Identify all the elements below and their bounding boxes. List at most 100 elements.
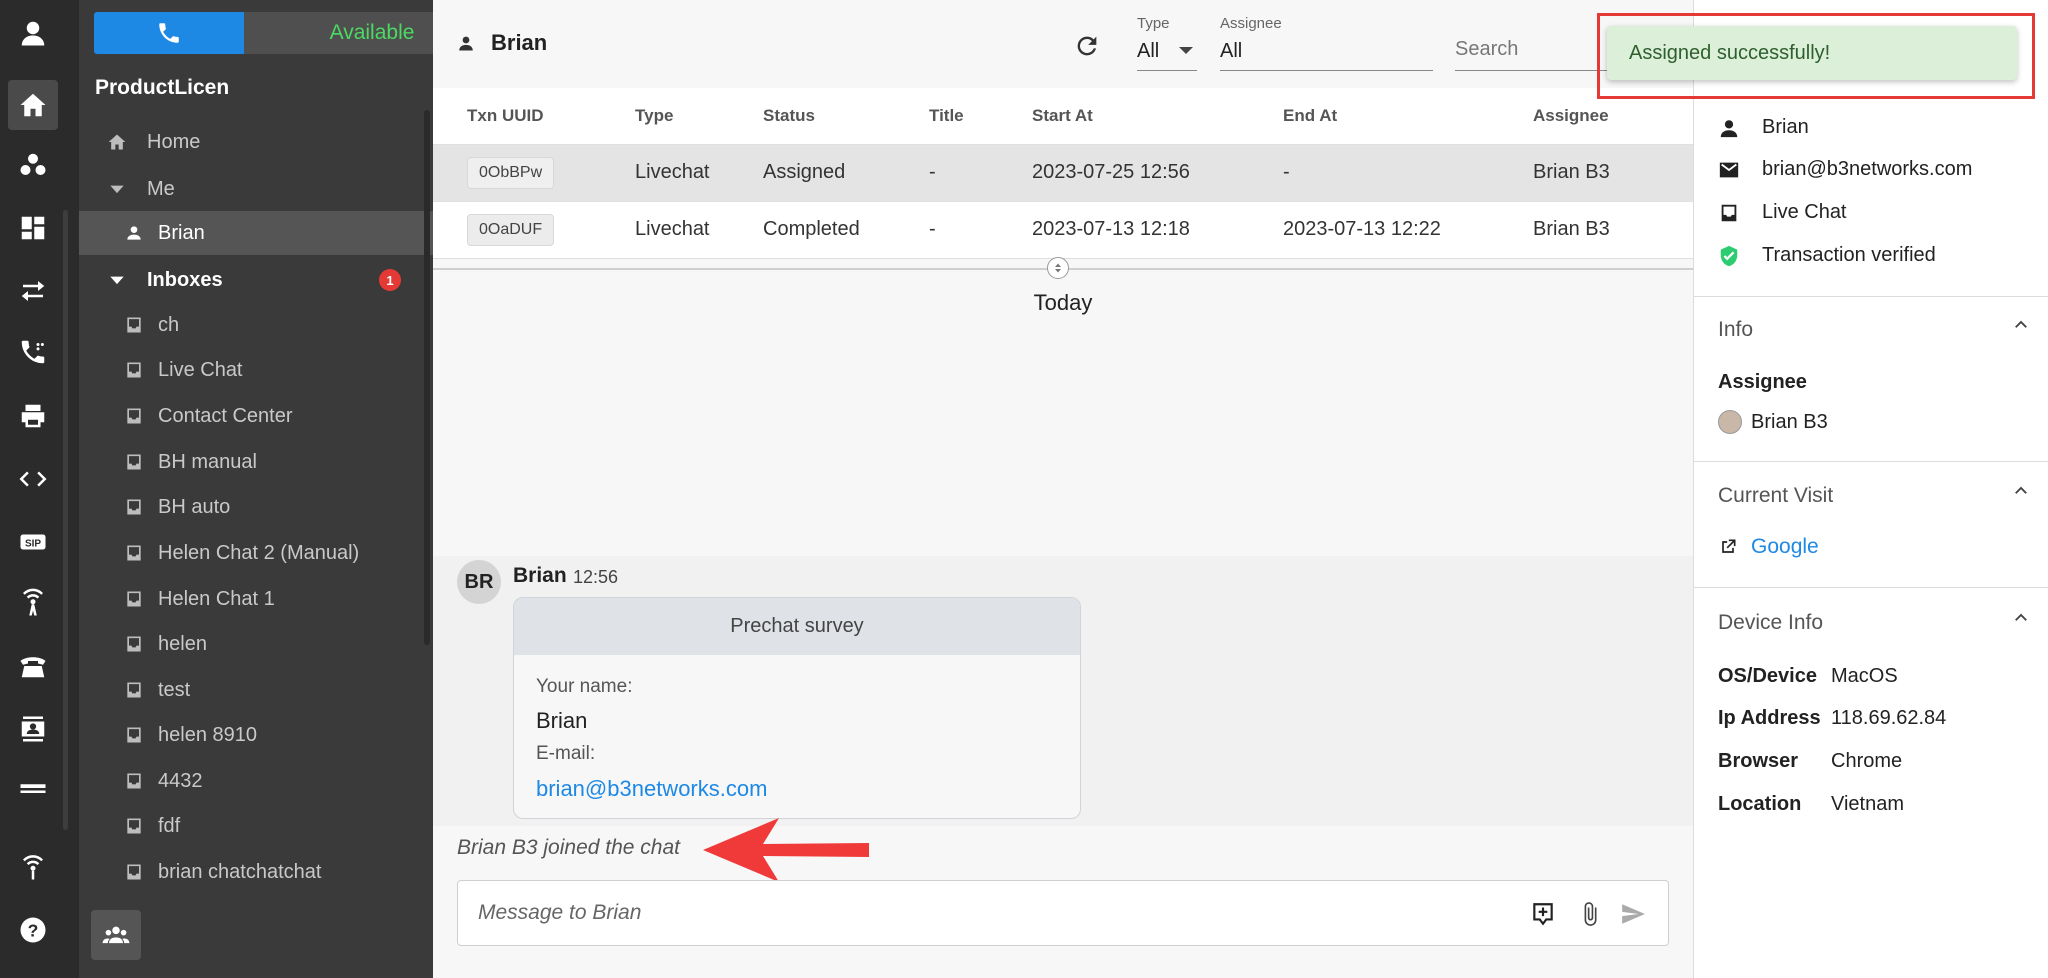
uuid-chip[interactable]: 0ObBPw: [467, 156, 555, 189]
help-icon[interactable]: ?: [0, 905, 66, 955]
day-separator: Today: [1033, 290, 1093, 315]
uuid-chip[interactable]: 0OaDUF: [467, 213, 555, 246]
column-header[interactable]: Title: [895, 88, 998, 145]
contact-details-panel: Brian brian@b3networks.com Live Chat Tra…: [1693, 0, 2048, 978]
fax-icon[interactable]: [0, 391, 66, 441]
add-canned-response-icon[interactable]: [1530, 901, 1556, 927]
start-cell: 2023-07-25 12:56: [998, 144, 1249, 202]
inbox-item[interactable]: Contact Center: [79, 394, 433, 438]
nav-sidebar: Available ProductLicen Home Me Brian Inb…: [79, 0, 500, 978]
inbox-item[interactable]: BH manual: [79, 440, 433, 484]
team-button[interactable]: [91, 910, 141, 960]
message-composer: [457, 880, 1669, 946]
inbox-icon: [124, 360, 144, 380]
transfer-icon[interactable]: [0, 266, 66, 316]
nav-inboxes[interactable]: Inboxes 1: [79, 258, 433, 302]
column-header[interactable]: Type: [601, 88, 729, 145]
nav-item-label: Inboxes: [147, 268, 223, 291]
column-header[interactable]: Start At: [998, 88, 1249, 145]
contact-channel-row: Live Chat: [1718, 201, 1847, 224]
verification-status: Transaction verified: [1762, 244, 1936, 266]
inbox-icon: [124, 543, 144, 563]
inbox-icon: [124, 589, 144, 609]
nav-item-label: test: [158, 678, 191, 701]
survey-title: Prechat survey: [514, 598, 1080, 655]
email-icon: [1719, 162, 1739, 177]
resize-handle-icon[interactable]: [1047, 257, 1069, 279]
nav-item-label: Helen Chat 2 (Manual): [158, 541, 360, 564]
teams-icon[interactable]: [0, 140, 66, 190]
title-cell: -: [895, 144, 998, 202]
refresh-icon[interactable]: [1073, 32, 1101, 60]
assignee-filter-select[interactable]: All: [1220, 40, 1242, 63]
call-log-icon[interactable]: [0, 327, 66, 377]
home-icon[interactable]: [8, 80, 58, 130]
column-header[interactable]: End At: [1249, 88, 1499, 145]
phone-button[interactable]: [94, 12, 244, 54]
assignee-filter-label: Assignee: [1220, 15, 1282, 32]
inbox-item[interactable]: Helen Chat 2 (Manual): [79, 531, 433, 575]
attachment-icon[interactable]: [1577, 901, 1603, 927]
type-filter-select[interactable]: All: [1137, 40, 1159, 63]
assignee-filter-underline: [1220, 70, 1433, 71]
send-icon[interactable]: [1620, 901, 1646, 927]
survey-email-link[interactable]: brian@b3networks.com: [536, 776, 767, 802]
info-section-title[interactable]: Info: [1718, 318, 1753, 342]
type-filter-label: Type: [1137, 15, 1170, 32]
broadcast-icon[interactable]: [0, 842, 66, 892]
inbox-item[interactable]: Live Chat: [79, 348, 433, 392]
table-row[interactable]: 0ObBPw Livechat Assigned - 2023-07-25 12…: [433, 144, 1693, 202]
inbox-item[interactable]: helen 8910: [79, 713, 433, 757]
chevron-up-icon[interactable]: [2012, 609, 2030, 627]
people-icon: [102, 926, 130, 944]
sip-icon[interactable]: SIP: [0, 517, 66, 567]
inbox-item[interactable]: test: [79, 668, 433, 712]
nav-item-label: ch: [158, 313, 180, 336]
visit-section-title[interactable]: Current Visit: [1718, 484, 1833, 508]
annotation-arrow-icon: [703, 818, 869, 882]
info-assignee-value: Brian B3: [1751, 411, 1828, 433]
inbox-item[interactable]: Helen Chat 1: [79, 577, 433, 621]
end-cell: 2023-07-13 12:22: [1249, 201, 1499, 259]
table-row[interactable]: 0OaDUF Livechat Completed - 2023-07-13 1…: [433, 201, 1693, 259]
inbox-icon: [124, 406, 144, 426]
contact-name: Brian: [1762, 116, 1809, 138]
profile-icon[interactable]: [0, 8, 66, 58]
inbox-item[interactable]: brian chatchatchat: [79, 850, 433, 894]
inbox-item[interactable]: BH auto: [79, 485, 433, 529]
inbox-item[interactable]: helen: [79, 622, 433, 666]
inbox-icon: [124, 634, 144, 654]
message-input[interactable]: [478, 901, 1378, 925]
antenna-icon[interactable]: [0, 578, 66, 628]
storage-icon[interactable]: [0, 763, 66, 813]
rail-scrollbar[interactable]: [63, 210, 68, 830]
inbox-item[interactable]: ch: [79, 303, 433, 347]
phone-icon: [159, 23, 179, 43]
visit-link[interactable]: Google: [1751, 535, 1819, 559]
org-name: ProductLicen: [95, 76, 230, 99]
person-icon: [124, 223, 144, 243]
device-section-title[interactable]: Device Info: [1718, 611, 1823, 635]
nav-brian[interactable]: Brian: [79, 211, 433, 255]
inbox-item[interactable]: fdf: [79, 804, 433, 848]
dashboard-icon[interactable]: [0, 203, 66, 253]
contacts-icon[interactable]: [0, 704, 66, 754]
device-value: 118.69.62.84: [1831, 707, 1947, 729]
icon-rail: SIP ?: [0, 0, 79, 978]
chevron-up-icon[interactable]: [2012, 316, 2030, 334]
survey-name-label: Your name:: [536, 676, 633, 697]
nav-scrollbar[interactable]: [424, 110, 430, 645]
svg-text:?: ?: [28, 920, 39, 940]
column-header[interactable]: Status: [729, 88, 895, 145]
chevron-up-icon[interactable]: [2012, 482, 2030, 500]
nav-me[interactable]: Me: [79, 167, 433, 211]
inbox-icon: [124, 452, 144, 472]
nav-home[interactable]: Home: [79, 120, 433, 164]
desk-phone-icon[interactable]: [0, 641, 66, 691]
device-label: Browser: [1718, 750, 1799, 772]
code-icon[interactable]: [0, 454, 66, 504]
column-header[interactable]: Txn UUID: [433, 88, 601, 145]
inbox-item[interactable]: 4432: [79, 759, 433, 803]
success-toast[interactable]: Assigned successfully!: [1607, 26, 2017, 80]
assignee-cell: Brian B3: [1499, 201, 1693, 259]
